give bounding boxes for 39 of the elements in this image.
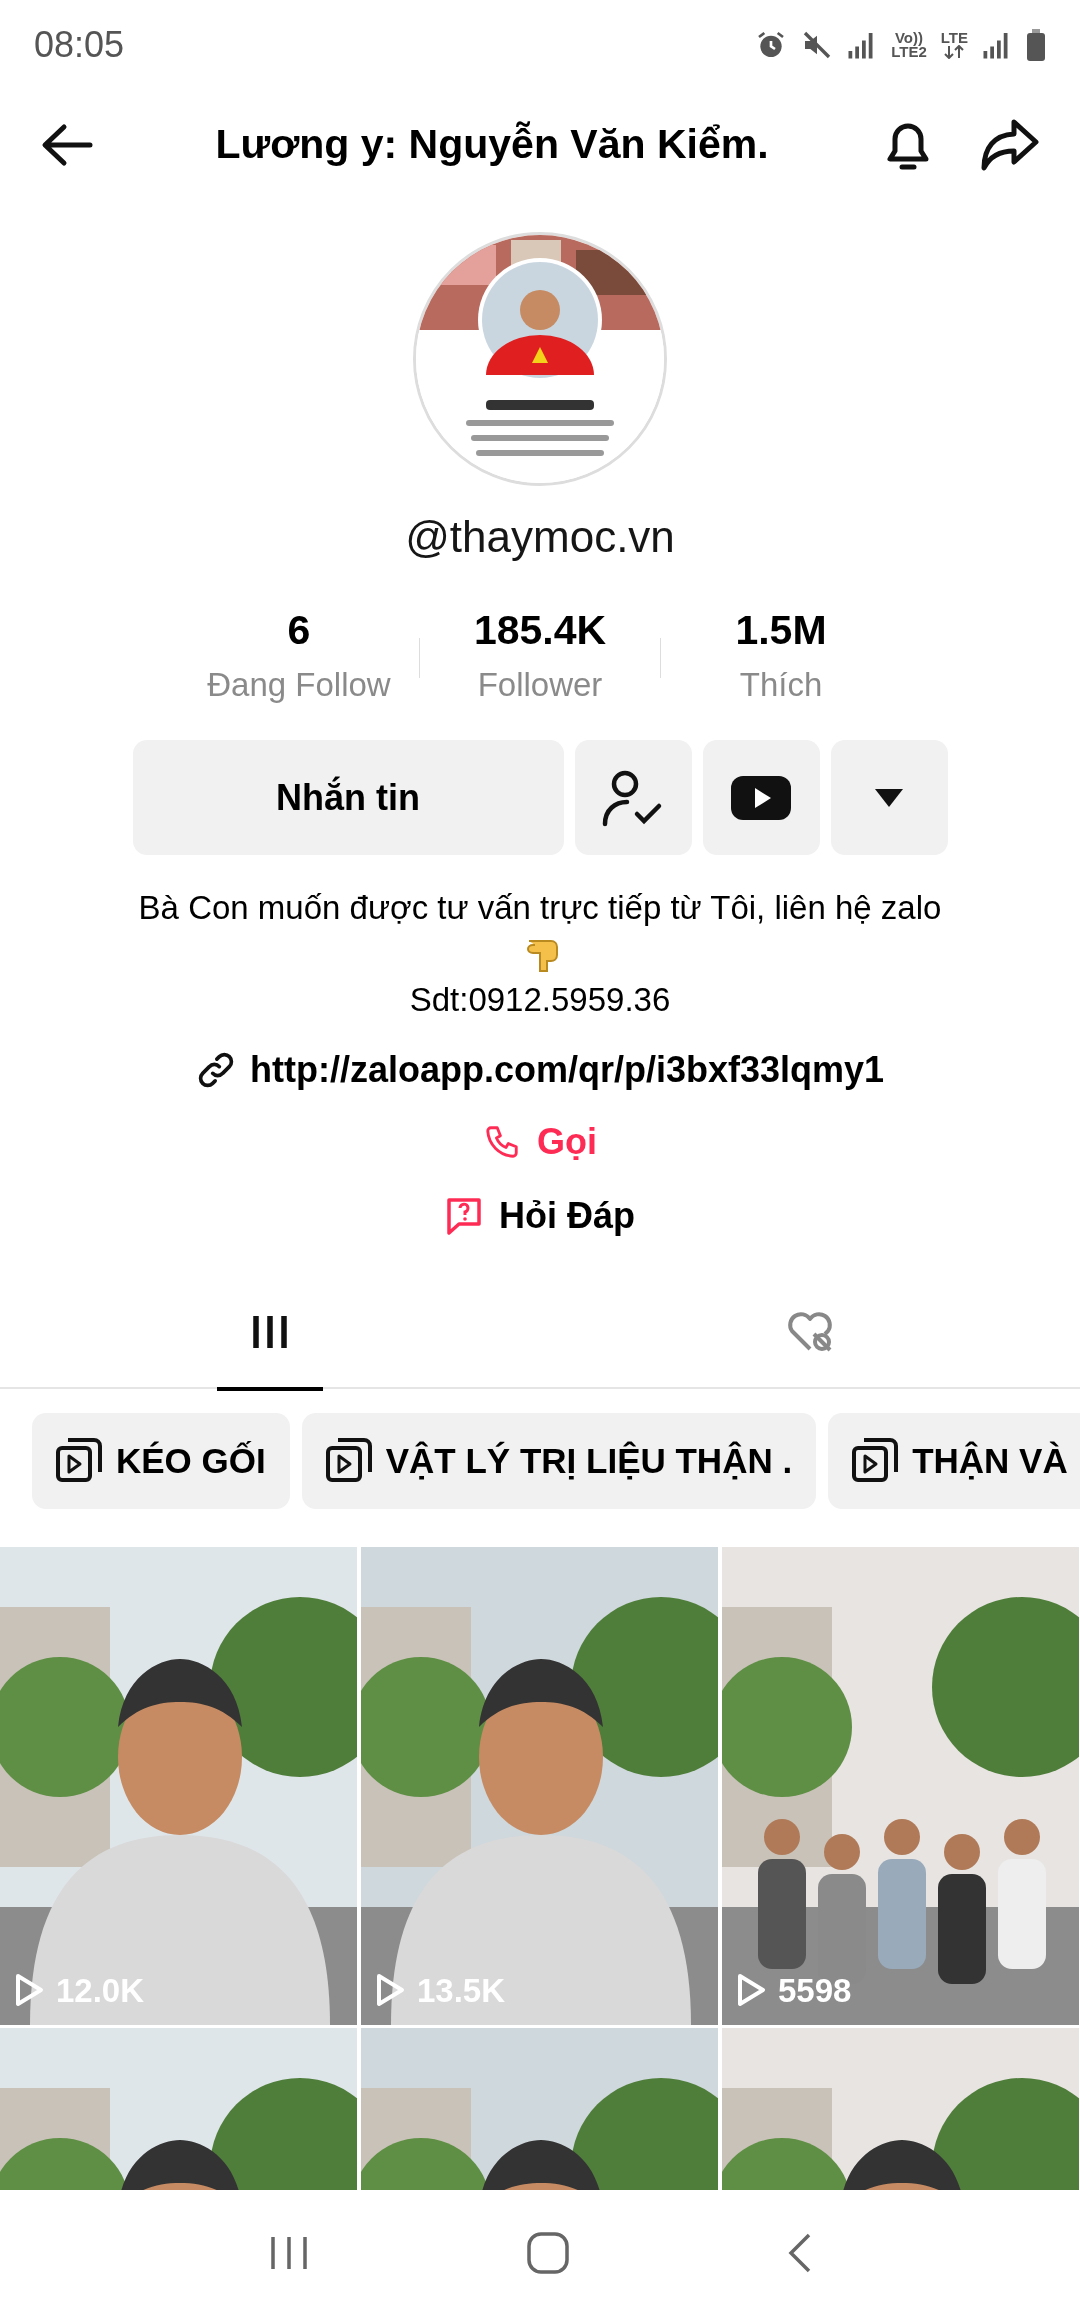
phone-text: Sdt:0912.5959.36 — [409, 980, 671, 1020]
playlist-icon — [325, 1438, 372, 1484]
share-icon[interactable] — [980, 118, 1040, 172]
stat-count: 6 — [287, 606, 311, 654]
youtube-icon — [731, 775, 791, 820]
play-icon — [375, 1973, 405, 2008]
stat-count: 185.4K — [473, 606, 607, 654]
profile-action-button[interactable] — [574, 740, 692, 855]
stat-label: Thích — [739, 665, 823, 705]
home-icon[interactable] — [526, 2231, 570, 2275]
bio-text: Bà Con muốn được tư vấn trực tiếp từ Tôi, liên hệ zalo — [138, 889, 942, 926]
playlist-chip[interactable]: KÉO GỐI — [32, 1413, 290, 1509]
data-arrows-icon — [943, 45, 966, 59]
playlist-chip[interactable]: VẬT LÝ TRỊ LIỆU THẬN . — [301, 1413, 817, 1509]
call-link[interactable]: Gọi — [537, 1115, 597, 1169]
status-time: 08:05 — [34, 23, 125, 67]
network-label: LTE2 — [891, 45, 927, 59]
message-button[interactable]: Nhắn tin — [132, 740, 564, 855]
play-icon — [736, 1973, 766, 2008]
stat-label: Đang Follow — [207, 665, 391, 705]
profile-link[interactable]: http://zaloapp.com/qr/p/i3bxf33lqmy1 — [249, 1043, 885, 1097]
back-arrow-icon[interactable] — [40, 123, 94, 167]
play-icon — [14, 1973, 44, 2008]
qa-link[interactable]: Hỏi Đáp — [499, 1189, 635, 1243]
question-bubble-icon — [445, 1196, 483, 1236]
network-label: Vo)) — [894, 31, 923, 45]
network-label: LTE — [940, 31, 968, 45]
dropdown-caret-icon — [875, 788, 903, 807]
profile-title: Lương y: Nguyễn Văn Kiểm. — [214, 120, 770, 170]
playlist-chip[interactable]: THẬN VÀ — [828, 1413, 1080, 1509]
playlist-icon — [56, 1438, 102, 1484]
username: @thaymoc.vn — [405, 511, 675, 563]
view-count: 5598 — [778, 1970, 852, 2011]
stat-count: 1.5M — [735, 606, 827, 654]
profile-action-button[interactable] — [702, 740, 820, 855]
battery-icon — [1026, 29, 1046, 61]
stat-label: Follower — [477, 665, 603, 705]
playlist-icon — [852, 1438, 899, 1484]
phone-icon — [483, 1123, 521, 1161]
